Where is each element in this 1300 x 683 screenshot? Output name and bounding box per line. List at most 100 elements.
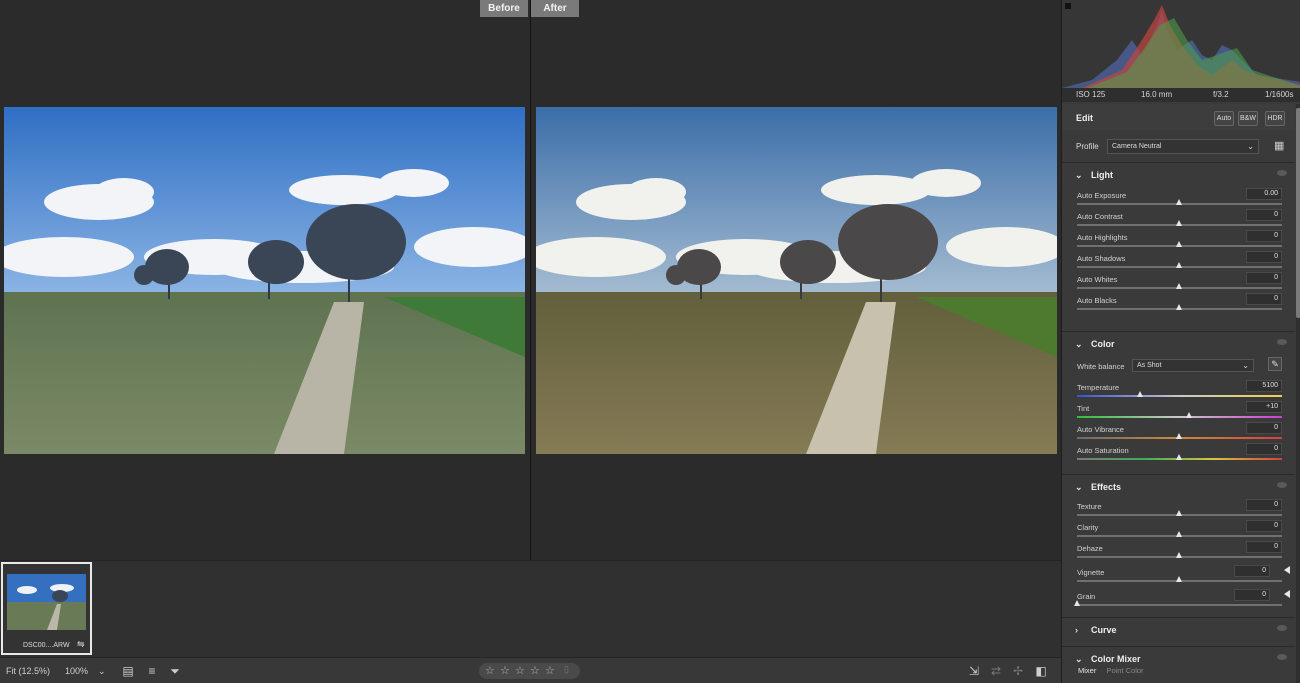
slider-thumb[interactable] bbox=[1176, 199, 1182, 205]
slider-track[interactable] bbox=[1077, 395, 1282, 397]
bw-button[interactable]: B&W bbox=[1238, 111, 1258, 126]
star-icon[interactable]: ☆ bbox=[545, 664, 555, 677]
slider-thumb[interactable] bbox=[1186, 412, 1193, 418]
slider-value-field[interactable]: 0 bbox=[1246, 520, 1282, 532]
slider-value-field[interactable]: 0 bbox=[1246, 209, 1282, 221]
compare-view: Before After bbox=[0, 0, 1061, 560]
light-title: Light bbox=[1091, 170, 1113, 180]
zoom-select[interactable]: 100% bbox=[65, 666, 88, 676]
filmstrip-view-icon[interactable]: ▤ bbox=[120, 663, 136, 679]
slider-value-field[interactable]: 0 bbox=[1246, 230, 1282, 242]
expand-options-icon[interactable] bbox=[1284, 566, 1290, 574]
before-photo[interactable] bbox=[4, 107, 525, 454]
slider-row: Auto Blacks 0 bbox=[1062, 293, 1295, 317]
color-section: ⌄ Color White balance As Shot ⌄ ✎ Temper… bbox=[1062, 331, 1295, 473]
trash-icon[interactable]: ▯ bbox=[564, 664, 569, 675]
slider-row: Vignette 0 bbox=[1062, 565, 1295, 589]
slider-track[interactable] bbox=[1077, 416, 1282, 418]
eye-icon[interactable] bbox=[1277, 339, 1287, 345]
tab-point-color[interactable]: Point Color bbox=[1106, 666, 1143, 675]
slider-label: Auto Whites bbox=[1077, 275, 1118, 284]
slider-value-field[interactable]: 0.00 bbox=[1246, 188, 1282, 200]
edit-header: Edit Auto B&W HDR bbox=[1062, 104, 1295, 130]
slider-value-field[interactable]: 0 bbox=[1246, 272, 1282, 284]
copy-settings-icon[interactable]: ⇄ bbox=[988, 663, 1004, 679]
before-after-toggle-icon[interactable]: ✢ bbox=[1010, 663, 1026, 679]
slider-track[interactable] bbox=[1077, 604, 1282, 606]
slider-label: Dehaze bbox=[1077, 544, 1103, 553]
eyedropper-icon[interactable]: ✎ bbox=[1268, 357, 1282, 371]
curve-section-header[interactable]: › Curve bbox=[1062, 618, 1295, 642]
auto-button[interactable]: Auto bbox=[1214, 111, 1234, 126]
profile-value: Camera Neutral bbox=[1112, 143, 1162, 150]
slider-thumb[interactable] bbox=[1176, 433, 1182, 439]
eye-icon[interactable] bbox=[1277, 482, 1287, 488]
slider-thumb[interactable] bbox=[1176, 552, 1182, 558]
slider-thumb[interactable] bbox=[1073, 600, 1080, 606]
after-photo[interactable] bbox=[536, 107, 1057, 454]
expand-options-icon[interactable] bbox=[1284, 590, 1290, 598]
slider-value-field[interactable]: +10 bbox=[1246, 401, 1282, 413]
star-icon[interactable]: ☆ bbox=[485, 664, 495, 677]
slider-thumb[interactable] bbox=[1176, 454, 1182, 460]
slider-label: Auto Vibrance bbox=[1077, 425, 1124, 434]
fit-zoom-button[interactable]: Fit (12.5%) bbox=[6, 666, 50, 676]
star-icon[interactable]: ☆ bbox=[515, 664, 525, 677]
slider-value-field[interactable]: 0 bbox=[1246, 541, 1282, 553]
eye-icon[interactable] bbox=[1277, 170, 1287, 176]
slider-thumb[interactable] bbox=[1137, 391, 1144, 397]
slider-thumb[interactable] bbox=[1176, 510, 1182, 516]
slider-label: Vignette bbox=[1077, 568, 1105, 577]
slider-thumb[interactable] bbox=[1176, 262, 1182, 268]
sort-icon[interactable]: ≡ bbox=[144, 663, 160, 679]
bottom-toolbar: Fit (12.5%) 100% ⌄ ▤ ≡ ⏷ ☆ ☆ ☆ ☆ ☆ ▯ ⇲ ⇄… bbox=[0, 657, 1061, 683]
slider-value-field[interactable]: 0 bbox=[1234, 565, 1270, 577]
slider-thumb[interactable] bbox=[1176, 241, 1182, 247]
profile-browser-icon[interactable]: ▦ bbox=[1274, 139, 1284, 152]
slider-value-field[interactable]: 0 bbox=[1246, 443, 1282, 455]
curve-section: › Curve bbox=[1062, 617, 1295, 645]
filmstrip-thumbnail[interactable]: DSC00....ARW ⇋ bbox=[1, 562, 92, 655]
filter-icon[interactable]: ⏷ bbox=[167, 663, 183, 679]
star-icon[interactable]: ☆ bbox=[530, 664, 540, 677]
slider-label: Clarity bbox=[1077, 523, 1099, 532]
profile-label: Profile bbox=[1076, 142, 1099, 151]
slider-thumb[interactable] bbox=[1176, 531, 1182, 537]
light-section-header[interactable]: ⌄ Light bbox=[1062, 163, 1295, 187]
focal-length-value: 16.0 mm bbox=[1141, 90, 1173, 99]
slider-value-field[interactable]: 5100 bbox=[1246, 380, 1282, 392]
slider-value-field[interactable]: 0 bbox=[1246, 422, 1282, 434]
star-icon[interactable]: ☆ bbox=[500, 664, 510, 677]
slider-value-field[interactable]: 0 bbox=[1246, 293, 1282, 305]
split-view-icon[interactable]: ◧ bbox=[1033, 663, 1049, 679]
white-balance-select[interactable]: As Shot ⌄ bbox=[1132, 359, 1254, 372]
slider-value-field[interactable]: 0 bbox=[1246, 499, 1282, 511]
exif-info-bar: ISO 125 16.0 mm f/3.2 1/1600s bbox=[1062, 88, 1300, 102]
chevron-down-icon[interactable]: ⌄ bbox=[98, 666, 106, 677]
sync-icon: ⇋ bbox=[77, 639, 85, 649]
star-rating[interactable]: ☆ ☆ ☆ ☆ ☆ ▯ bbox=[479, 663, 580, 679]
color-section-header[interactable]: ⌄ Color bbox=[1062, 332, 1295, 356]
profile-select[interactable]: Camera Neutral ⌄ bbox=[1107, 139, 1259, 154]
slider-thumb[interactable] bbox=[1176, 304, 1182, 310]
aperture-value: f/3.2 bbox=[1213, 90, 1229, 99]
slider-value-field[interactable]: 0 bbox=[1246, 251, 1282, 263]
slider-label: Auto Contrast bbox=[1077, 212, 1123, 221]
compare-swap-icon[interactable]: ⇲ bbox=[966, 663, 982, 679]
tab-mixer[interactable]: Mixer bbox=[1078, 666, 1096, 675]
slider-thumb[interactable] bbox=[1176, 283, 1182, 289]
eye-icon[interactable] bbox=[1277, 625, 1287, 631]
iso-value: ISO 125 bbox=[1076, 90, 1106, 99]
hdr-button[interactable]: HDR bbox=[1265, 111, 1285, 126]
scrollbar-thumb[interactable] bbox=[1296, 108, 1300, 318]
slider-thumb[interactable] bbox=[1176, 220, 1182, 226]
panel-scrollbar[interactable] bbox=[1296, 104, 1300, 683]
slider-value-field[interactable]: 0 bbox=[1234, 589, 1270, 601]
slider-row: Dehaze 0 bbox=[1062, 541, 1295, 565]
white-balance-label: White balance bbox=[1077, 362, 1125, 371]
eye-icon[interactable] bbox=[1277, 654, 1287, 660]
slider-thumb[interactable] bbox=[1176, 576, 1182, 582]
edit-panel: ISO 125 16.0 mm f/3.2 1/1600s Edit Auto … bbox=[1061, 0, 1300, 683]
slider-label: Auto Shadows bbox=[1077, 254, 1126, 263]
effects-section-header[interactable]: ⌄ Effects bbox=[1062, 475, 1295, 499]
